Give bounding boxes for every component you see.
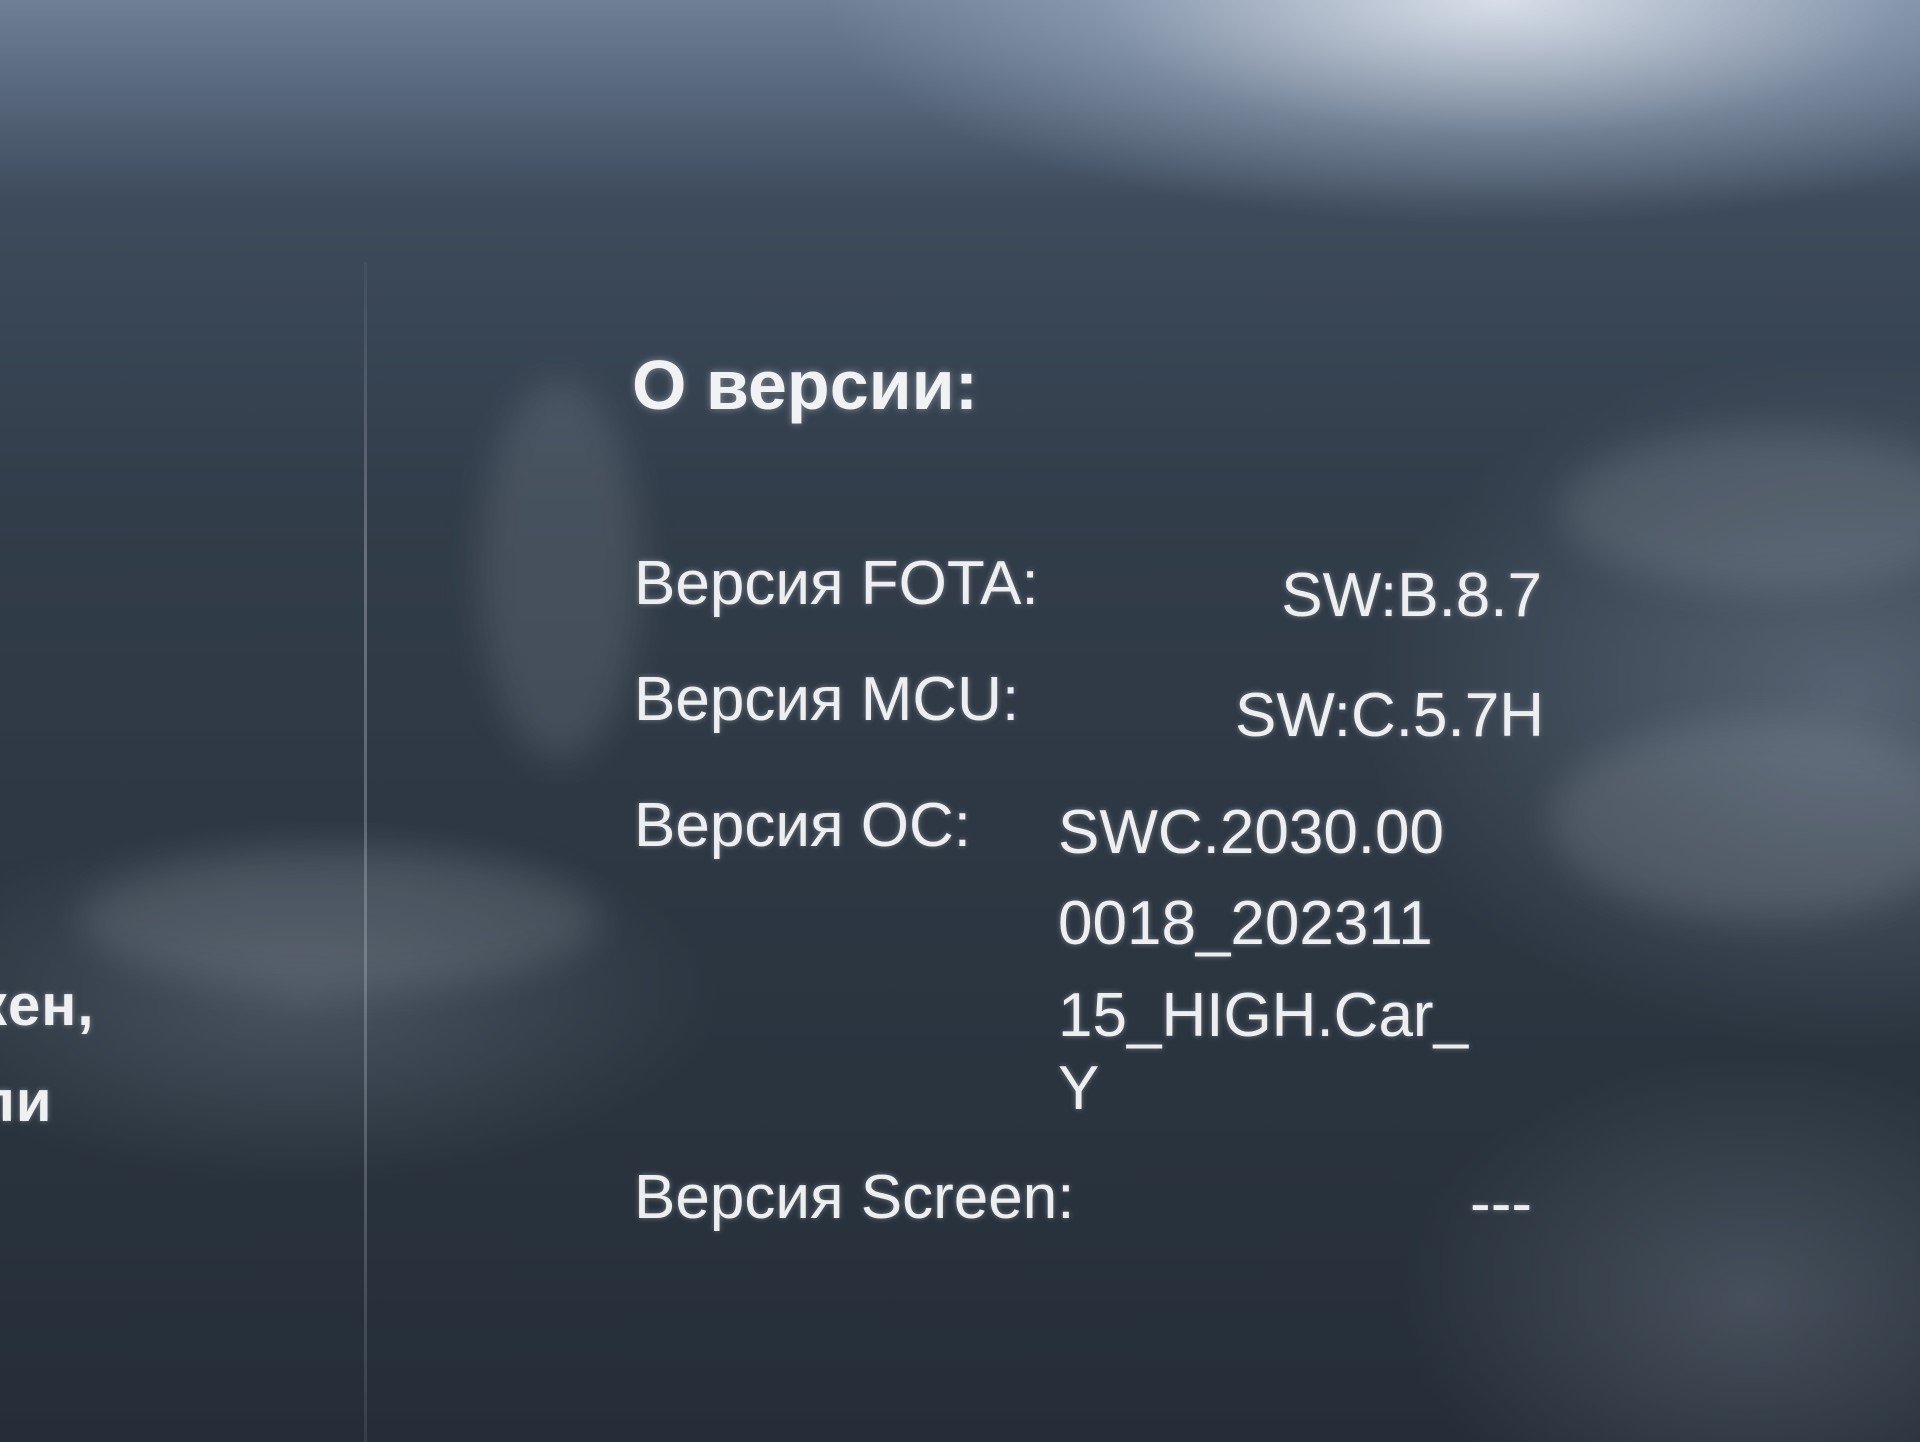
screen-version-label: Версия Screen: [634,1163,1075,1232]
screen-version-value: --- [1470,1169,1532,1238]
os-version-label: Версия ОС: [634,791,971,860]
mcu-version-value: SW:C.5.7H [1235,681,1544,750]
glare-reflection [1550,720,1920,920]
os-version-value-line: 15_HIGH.Car_ [1058,981,1469,1050]
sidebar-text-fragment: кен, [0,973,95,1038]
glare-reflection [80,850,600,990]
page-title: О версии: [632,346,979,424]
os-version-value-line: SWC.2030.00 [1058,798,1444,867]
fota-version-value: SW:B.8.7 [1281,561,1542,630]
glare-reflection [480,380,640,760]
settings-screen: кен, ли О версии: Версия FOTA: SW:B.8.7 … [0,0,1920,1442]
mcu-version-label: Версия MCU: [634,665,1020,734]
sidebar-text-fragment: ли [0,1069,53,1134]
os-version-value-line: 0018_202311 [1058,889,1433,958]
panel-divider [364,262,367,1442]
fota-version-label: Версия FOTA: [634,549,1039,618]
os-version-value-line: Y [1058,1054,1100,1123]
glare-reflection [1560,430,1920,590]
